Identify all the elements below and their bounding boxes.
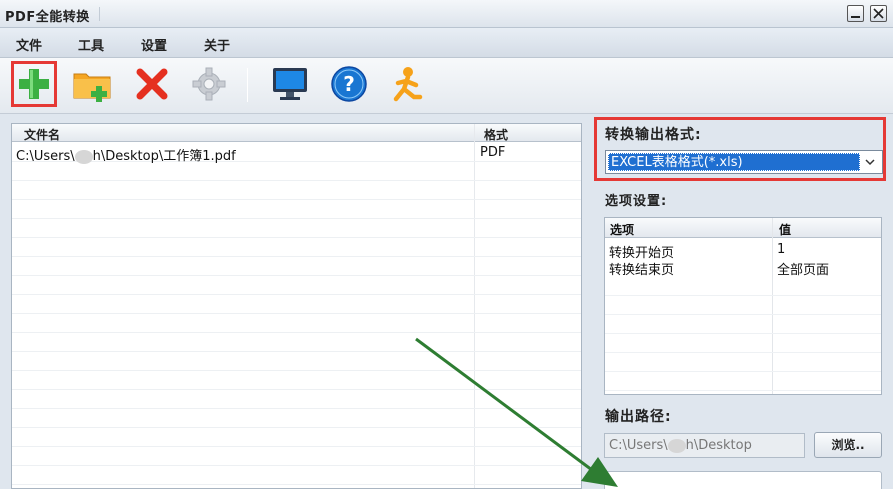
run-button[interactable] <box>385 61 431 107</box>
option-value[interactable]: 全部页面 <box>777 259 829 278</box>
grid-line <box>605 314 881 315</box>
delete-button[interactable] <box>129 61 175 107</box>
window-title: PDF全能转换 <box>5 10 90 25</box>
add-folder-icon <box>73 73 111 102</box>
option-row-start-page[interactable]: 转换开始页 1 <box>605 241 881 261</box>
menu-bar: 文件 工具 设置 关于 <box>0 28 893 58</box>
delete-icon <box>136 68 168 100</box>
empty-row <box>12 314 581 333</box>
empty-row <box>12 162 581 181</box>
convert-button-area[interactable] <box>604 471 882 489</box>
options-header: 选项 值 <box>605 218 881 238</box>
settings-gear-icon <box>192 67 226 101</box>
file-format-cell: PDF <box>480 145 506 160</box>
empty-row <box>12 409 581 428</box>
output-path-label: 输出路径: <box>605 409 672 425</box>
empty-row <box>12 200 581 219</box>
grid-line <box>605 295 881 296</box>
grid-line <box>605 352 881 353</box>
grid-line <box>605 371 881 372</box>
add-folder-button[interactable] <box>69 61 115 107</box>
empty-row <box>12 466 581 485</box>
title-bar: PDF全能转换 <box>0 0 893 28</box>
column-header-format[interactable]: 格式 <box>484 126 508 143</box>
browse-button[interactable]: 浏览.. <box>814 432 882 458</box>
monitor-icon <box>273 68 307 100</box>
settings-button[interactable] <box>186 61 232 107</box>
monitor-button[interactable] <box>267 61 313 107</box>
close-icon <box>873 8 884 19</box>
options-table: 选项 值 转换开始页 1 转换结束页 全部页面 <box>604 217 882 395</box>
add-file-button[interactable] <box>11 61 57 107</box>
svg-text:?: ? <box>343 72 355 96</box>
empty-row <box>12 181 581 200</box>
empty-row <box>12 276 581 295</box>
grid-line <box>605 390 881 391</box>
empty-row <box>12 390 581 409</box>
toolbar-separator <box>247 68 248 102</box>
empty-row <box>12 428 581 447</box>
empty-row <box>12 447 581 466</box>
toolbar: ? <box>0 58 893 114</box>
menu-tools[interactable]: 工具 <box>78 35 104 54</box>
output-format-select[interactable]: EXCEL表格格式(*.xls) <box>605 150 883 174</box>
add-file-icon <box>19 69 49 99</box>
output-format-label: 转换输出格式: <box>605 127 702 143</box>
option-name: 转换结束页 <box>609 263 675 278</box>
option-row-end-page[interactable]: 转换结束页 全部页面 <box>605 258 881 278</box>
title-separator <box>99 7 100 21</box>
menu-file[interactable]: 文件 <box>16 35 42 54</box>
chevron-down-icon[interactable] <box>862 153 878 171</box>
help-button[interactable]: ? <box>326 61 372 107</box>
close-button[interactable] <box>870 5 887 22</box>
file-list[interactable]: 文件名 格式 C:\Users\ h\Desktop\工作簿1.pdf PDF <box>11 123 582 489</box>
output-format-selected: EXCEL表格格式(*.xls) <box>608 153 860 171</box>
empty-row <box>12 333 581 352</box>
minimize-icon <box>851 16 860 18</box>
empty-row <box>12 352 581 371</box>
run-person-icon <box>393 67 423 102</box>
option-value[interactable]: 1 <box>777 242 785 257</box>
output-path-field[interactable]: C:\Users\ h\Desktop <box>604 433 805 458</box>
column-header-option: 选项 <box>610 223 635 237</box>
menu-about[interactable]: 关于 <box>204 35 230 54</box>
column-header-filename[interactable]: 文件名 <box>24 126 60 143</box>
menu-settings[interactable]: 设置 <box>141 35 167 54</box>
empty-row <box>12 238 581 257</box>
empty-row <box>12 295 581 314</box>
options-label: 选项设置: <box>605 194 668 209</box>
minimize-button[interactable] <box>847 5 864 22</box>
redacted-username <box>667 438 686 453</box>
column-header-value: 值 <box>779 223 792 237</box>
table-row[interactable]: C:\Users\ h\Desktop\工作簿1.pdf PDF <box>12 143 581 164</box>
file-list-header: 文件名 格式 <box>12 124 581 142</box>
grid-line <box>605 333 881 334</box>
empty-row <box>12 219 581 238</box>
empty-row <box>12 371 581 390</box>
empty-row <box>12 257 581 276</box>
help-icon: ? <box>331 66 367 102</box>
